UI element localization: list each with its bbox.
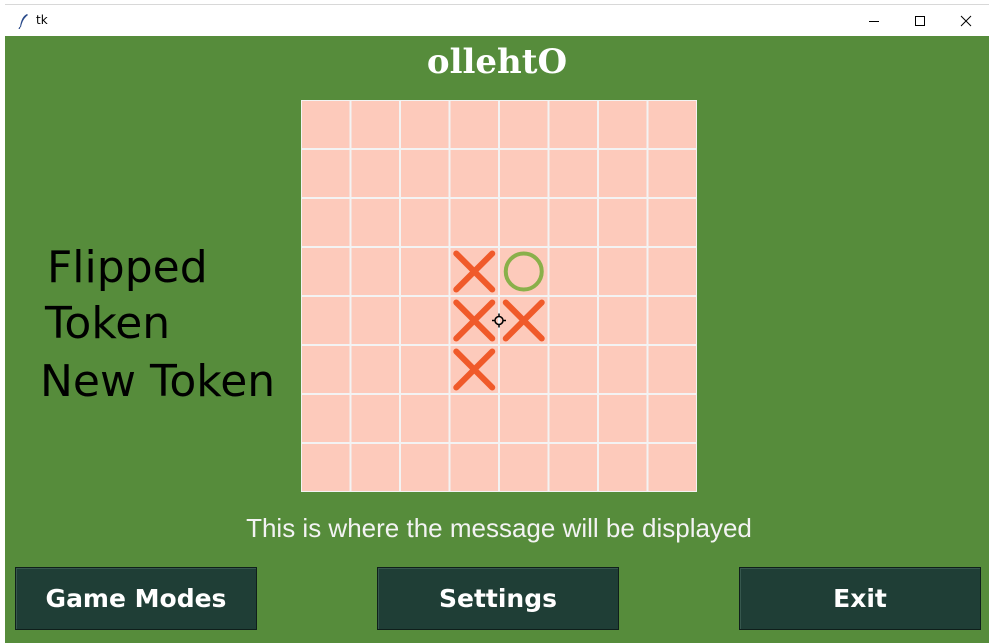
board-cell[interactable] (597, 246, 649, 297)
board-cell[interactable] (646, 393, 698, 444)
board-cell[interactable] (597, 344, 649, 395)
board-cell[interactable] (597, 148, 649, 199)
board-cell[interactable] (547, 295, 599, 346)
board-cell[interactable] (646, 197, 698, 248)
board-cell[interactable] (399, 100, 451, 150)
maximize-button[interactable] (897, 5, 943, 37)
board-cell[interactable] (498, 148, 550, 199)
board-cell[interactable] (349, 246, 401, 297)
close-button[interactable] (943, 5, 989, 37)
board-cell[interactable] (301, 246, 352, 297)
board-cell[interactable] (646, 295, 698, 346)
board-cell[interactable] (646, 344, 698, 395)
board-cell[interactable] (547, 197, 599, 248)
board-cell[interactable] (301, 295, 352, 346)
board-cell[interactable] (399, 393, 451, 444)
game-modes-button[interactable]: Game Modes (15, 567, 257, 630)
board-cell[interactable] (399, 197, 451, 248)
board-cell[interactable] (547, 148, 599, 199)
board-cell[interactable] (547, 344, 599, 395)
board-cell[interactable] (399, 148, 451, 199)
board-cell[interactable] (498, 442, 550, 492)
board-cell[interactable] (399, 442, 451, 492)
board-cell[interactable] (349, 148, 401, 199)
board-cell[interactable] (399, 295, 451, 346)
board-cell[interactable] (301, 197, 352, 248)
game-window: ollehtO Flipped Token New Token This is … (5, 36, 989, 643)
board-cell[interactable] (301, 344, 352, 395)
board-cell[interactable] (448, 148, 500, 199)
board-cell[interactable] (646, 148, 698, 199)
board-cell[interactable] (448, 100, 500, 150)
board-cell[interactable] (547, 246, 599, 297)
flipped-token-label-line1: Flipped (47, 242, 208, 293)
board-cell[interactable] (547, 100, 599, 150)
board-cell[interactable] (349, 295, 401, 346)
board-cell[interactable] (349, 442, 401, 492)
maximize-icon (915, 16, 925, 26)
board-cell[interactable] (597, 197, 649, 248)
feather-icon (18, 14, 28, 29)
status-message: This is where the message will be displa… (246, 513, 752, 543)
board-cell[interactable] (448, 442, 500, 492)
board-cell[interactable] (301, 442, 352, 492)
board-cell[interactable] (448, 197, 500, 248)
board-cell[interactable] (646, 246, 698, 297)
minimize-button[interactable] (851, 5, 897, 37)
board-cell[interactable] (498, 393, 550, 444)
board-cell[interactable] (547, 442, 599, 492)
game-board[interactable] (301, 100, 697, 492)
board-cell[interactable] (498, 100, 550, 150)
board-cell[interactable] (448, 393, 500, 444)
board-cell[interactable] (301, 100, 352, 150)
board-cell[interactable] (597, 100, 649, 150)
game-title: ollehtO (426, 42, 568, 82)
board-cell[interactable] (301, 393, 352, 444)
board-cell[interactable] (399, 344, 451, 395)
board-cell[interactable] (646, 442, 698, 492)
board-cell[interactable] (349, 344, 401, 395)
board-cell[interactable] (597, 442, 649, 492)
board-cell[interactable] (349, 100, 401, 150)
flipped-token-label-line2: Token (45, 298, 171, 349)
close-icon (960, 15, 972, 27)
board-cell[interactable] (349, 393, 401, 444)
board-cell[interactable] (597, 393, 649, 444)
exit-button[interactable]: Exit (739, 567, 981, 630)
board-cell[interactable] (349, 197, 401, 248)
window-title: tk (36, 13, 48, 27)
minimize-icon (869, 21, 879, 22)
new-token-label: New Token (40, 356, 276, 407)
board-cell[interactable] (597, 295, 649, 346)
board-cell[interactable] (498, 197, 550, 248)
board-cell[interactable] (547, 393, 599, 444)
board-cell[interactable] (399, 246, 451, 297)
window-titlebar: tk (5, 4, 989, 37)
board-cell[interactable] (498, 344, 550, 395)
settings-button[interactable]: Settings (377, 567, 619, 630)
board-cell[interactable] (646, 100, 698, 150)
board-cell[interactable] (301, 148, 352, 199)
